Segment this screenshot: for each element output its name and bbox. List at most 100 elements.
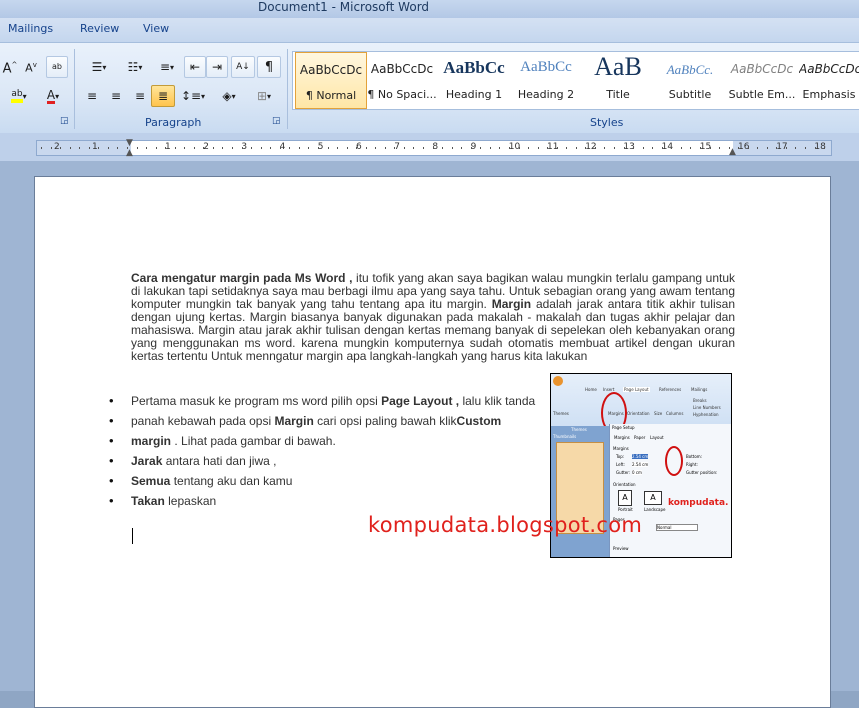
body-paragraph: Cara mengatur margin pada Ms Word , itu … bbox=[131, 272, 735, 363]
list-item: Takan lepaskan bbox=[109, 492, 591, 512]
ruler-tick bbox=[766, 147, 768, 149]
font-dialog-launcher[interactable]: ◲ bbox=[60, 116, 69, 126]
tab-view[interactable]: View bbox=[143, 22, 169, 35]
inset-tab: Mailings bbox=[691, 387, 708, 392]
font-color-button[interactable]: A ▾ bbox=[36, 85, 70, 107]
inset-ribbon-label: Orientation bbox=[627, 411, 650, 416]
dialog-label: Margins bbox=[613, 446, 629, 451]
list-item: margin . Lihat pada gambar di bawah. bbox=[109, 432, 591, 452]
shrink-font-button[interactable]: Av bbox=[20, 56, 42, 78]
ruler-number: 2 bbox=[54, 142, 60, 152]
ruler-tick bbox=[308, 147, 310, 149]
increase-indent-button[interactable]: ⇥ bbox=[206, 56, 228, 78]
ruler-tick bbox=[470, 147, 472, 149]
ruler-tick bbox=[79, 147, 81, 149]
ruler-tick bbox=[279, 147, 281, 149]
style-title[interactable]: AaB Title bbox=[583, 52, 653, 107]
style-name: Subtle Em... bbox=[728, 88, 796, 101]
ruler-tick bbox=[88, 147, 90, 149]
borders-button[interactable]: ⊞ ▾ bbox=[248, 85, 280, 107]
highlighter-icon: ab bbox=[11, 89, 23, 103]
inset-ribbon: Home Insert Page Layout References Maili… bbox=[551, 374, 731, 434]
ruler-tick bbox=[594, 147, 596, 149]
ruler-tick bbox=[566, 147, 568, 149]
ruler-tick bbox=[375, 147, 377, 149]
ruler-tick bbox=[585, 147, 587, 149]
ruler-tick bbox=[413, 147, 415, 149]
title-bar: Document1 - Microsoft Word bbox=[0, 0, 859, 18]
style-name: Title bbox=[606, 88, 630, 101]
numbering-button[interactable]: ☷ ▾ bbox=[116, 56, 154, 78]
decrease-indent-button[interactable]: ⇤ bbox=[184, 56, 206, 78]
inset-ribbon-label: Line Numbers bbox=[693, 405, 721, 410]
style-name: Emphasis bbox=[802, 88, 856, 101]
ruler-tick bbox=[814, 147, 816, 149]
first-line-indent-marker[interactable]: ▼ bbox=[126, 138, 133, 148]
bullets-button[interactable]: ☰ ▾ bbox=[80, 56, 118, 78]
style-preview: AaBbCc. bbox=[666, 62, 714, 77]
style-preview: AaBbCcDc bbox=[799, 62, 859, 76]
ruler-tick bbox=[384, 147, 386, 149]
blog-watermark: kompudata.blogspot.com bbox=[368, 513, 643, 537]
style-subtle-emphasis[interactable]: AaBbCcDc Subtle Em... bbox=[727, 52, 797, 107]
ruler-tick bbox=[136, 147, 138, 149]
right-indent-marker[interactable]: ▲ bbox=[729, 147, 736, 157]
ruler-tick bbox=[604, 147, 606, 149]
align-right-button[interactable]: ≡ bbox=[128, 85, 152, 107]
style-subtitle[interactable]: AaBbCc. Subtitle bbox=[655, 52, 725, 107]
justify-button[interactable]: ≣ bbox=[151, 85, 175, 107]
style-emphasis[interactable]: AaBbCcDc Emphasis bbox=[799, 52, 859, 107]
style-preview: AaB bbox=[594, 52, 642, 81]
document-page[interactable]: Cara mengatur margin pada Ms Word , itu … bbox=[34, 176, 831, 708]
ruler-tick bbox=[680, 147, 682, 149]
ruler-tick bbox=[642, 147, 644, 149]
ruler-tick bbox=[41, 147, 42, 149]
align-right-icon: ≡ bbox=[134, 89, 146, 103]
ruler-tick bbox=[260, 147, 262, 149]
dialog-label: Portrait bbox=[618, 507, 633, 512]
tab-mailings[interactable]: Mailings bbox=[8, 22, 53, 35]
dialog-label: Gutter: bbox=[616, 470, 631, 475]
style-no-spacing[interactable]: AaBbCcDc ¶ No Spaci... bbox=[367, 52, 437, 107]
shading-button[interactable]: ◈ ▾ bbox=[212, 85, 246, 107]
ruler-tick bbox=[184, 147, 186, 149]
ruler-tick bbox=[232, 147, 233, 149]
ruler-tick bbox=[489, 147, 491, 149]
multilevel-list-button[interactable]: ≡ ▾ bbox=[152, 56, 182, 78]
ruler-tick bbox=[785, 147, 787, 149]
dialog-label: Bottom: bbox=[686, 454, 703, 459]
tab-review[interactable]: Review bbox=[80, 22, 119, 35]
show-formatting-button[interactable]: ¶ bbox=[257, 56, 281, 78]
ruler-tick bbox=[69, 147, 71, 149]
bullet-list: Pertama masuk ke program ms word pilih o… bbox=[109, 392, 591, 512]
style-heading-2[interactable]: AaBbCc Heading 2 bbox=[511, 52, 581, 107]
font-color-icon: A bbox=[46, 87, 56, 104]
left-indent-marker[interactable]: ▲ bbox=[126, 148, 133, 158]
paint-bucket-icon: ◈ bbox=[222, 89, 232, 103]
style-preview: AaBbCc bbox=[443, 58, 505, 77]
highlight-color-button[interactable]: ab ▾ bbox=[0, 85, 38, 107]
style-heading-1[interactable]: AaBbCc Heading 1 bbox=[439, 52, 509, 107]
inset-brand: kompudata. bbox=[668, 498, 729, 508]
office-orb-icon bbox=[553, 376, 563, 386]
ruler-tick bbox=[614, 147, 615, 149]
paragraph-dialog-launcher[interactable]: ◲ bbox=[272, 116, 281, 126]
align-left-button[interactable]: ≡ bbox=[80, 85, 104, 107]
align-center-icon: ≡ bbox=[110, 89, 122, 103]
ruler-tick bbox=[537, 147, 539, 149]
ruler-tick bbox=[337, 147, 339, 149]
sort-button[interactable]: A↓ bbox=[231, 56, 255, 78]
ruler-tick bbox=[365, 147, 367, 149]
ruler-tick bbox=[289, 147, 291, 149]
align-center-button[interactable]: ≡ bbox=[104, 85, 128, 107]
ruler-tick bbox=[222, 147, 224, 149]
style-normal[interactable]: AaBbCcDc ¶ Normal bbox=[295, 52, 367, 109]
clear-formatting-button[interactable]: ab bbox=[46, 56, 68, 78]
grow-font-button[interactable]: A^ bbox=[0, 56, 20, 78]
ruler-tick bbox=[298, 147, 300, 149]
ruler-tick bbox=[528, 147, 530, 149]
ruler-tick bbox=[212, 147, 214, 149]
line-spacing-button[interactable]: ↕≡ ▾ bbox=[176, 85, 210, 107]
ruler-strip[interactable]: 2 1 1 2 3 4 5 6 7 8 9 10 11 12 13 14 15 16 17 18 ▼ ▲ ▲ bbox=[36, 138, 832, 158]
ruler-tick bbox=[146, 147, 148, 149]
